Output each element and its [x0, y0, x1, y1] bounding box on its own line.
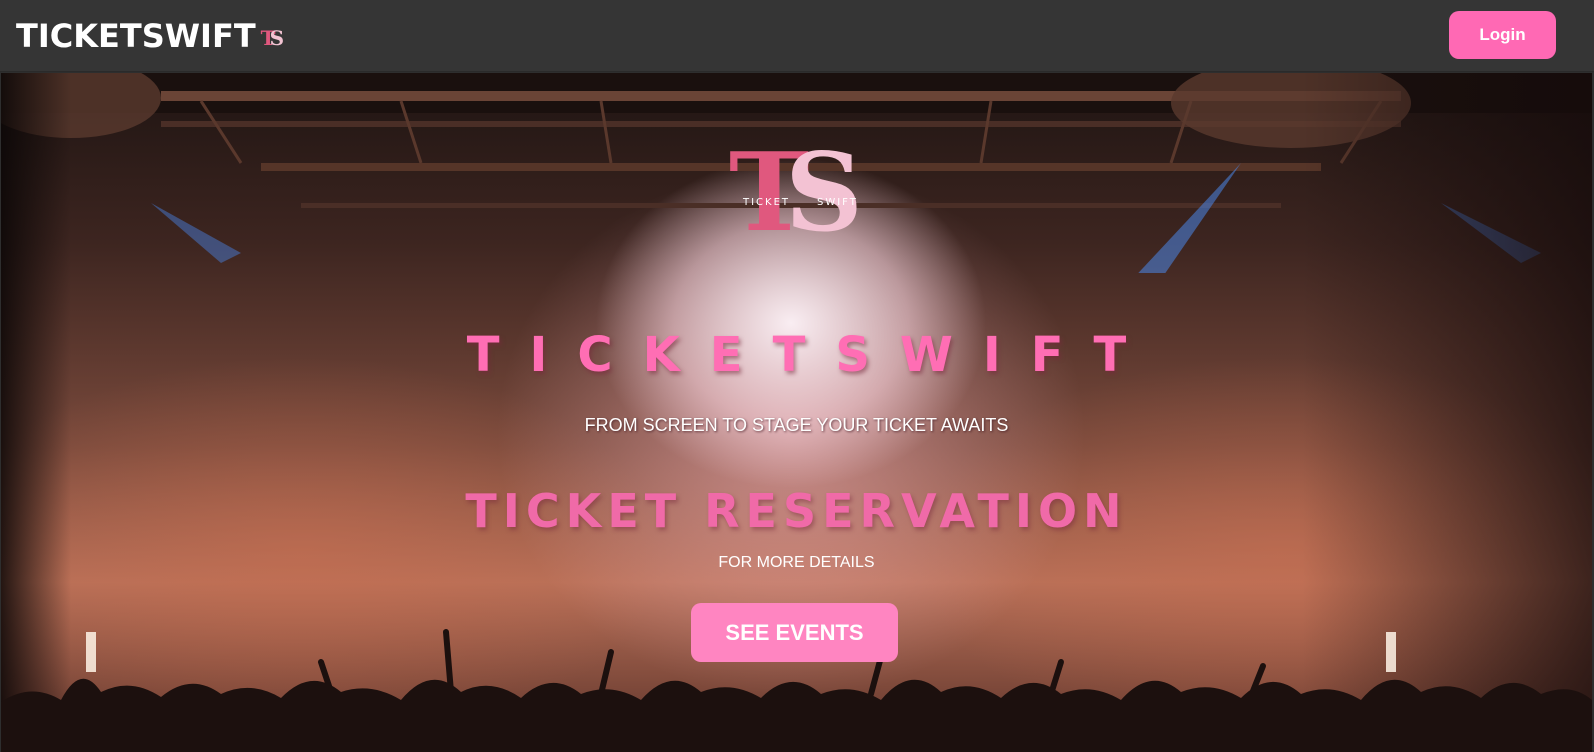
brand[interactable]: TICKETSWIFT T S	[16, 14, 286, 58]
brand-logo-icon: T S	[260, 24, 286, 50]
see-events-button[interactable]: SEE EVENTS	[691, 603, 898, 662]
page: TICKETSWIFT T S Login T S TICKET SWIFT T…	[0, 0, 1594, 752]
brand-logo-s: S	[269, 26, 285, 50]
logo-letter-s: S	[785, 130, 863, 256]
hero-title: TICKETSWIFT	[466, 327, 1157, 383]
login-button[interactable]: Login	[1449, 11, 1556, 59]
hero-subtitle: TICKET RESERVATION	[465, 484, 1128, 538]
brand-name: TICKETSWIFT	[16, 17, 256, 55]
logo-text-ticket: TICKET	[743, 197, 791, 208]
hero-note: FOR MORE DETAILS	[718, 554, 875, 571]
ticketswift-logo: T S TICKET SWIFT	[725, 139, 865, 258]
hero-section: T S TICKET SWIFT TICKETSWIFT FROM SCREEN…	[1, 73, 1592, 752]
hero-tagline: FROM SCREEN TO STAGE YOUR TICKET AWAITS	[584, 415, 1009, 435]
navbar: TICKETSWIFT T S Login	[0, 0, 1594, 72]
logo-text-swift: SWIFT	[817, 197, 858, 208]
